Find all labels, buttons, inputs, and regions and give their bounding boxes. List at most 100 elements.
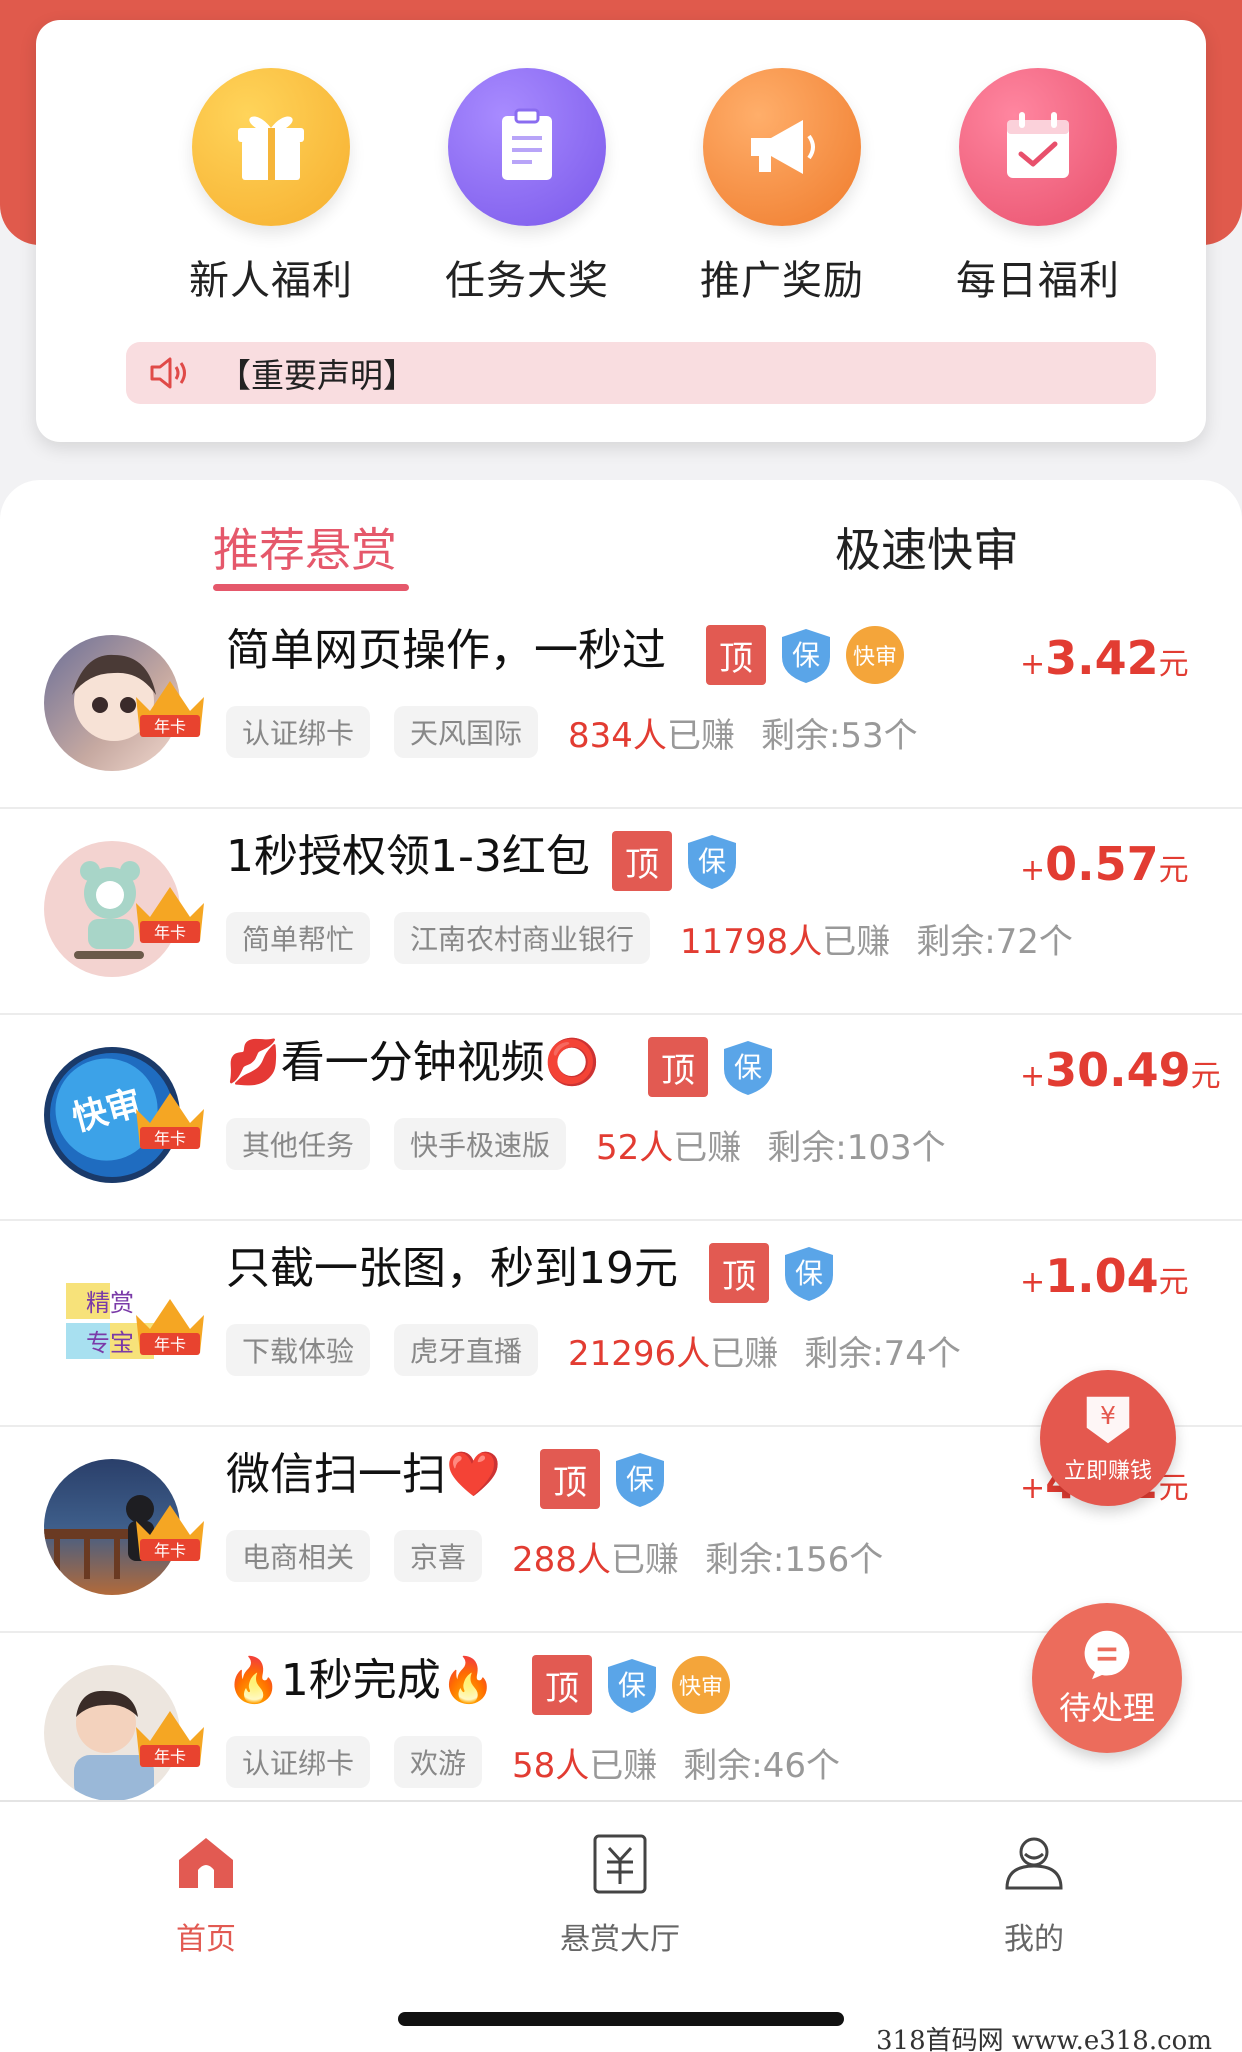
guarantee-shield-icon: 保 bbox=[724, 1041, 772, 1095]
task-merchant-tag: 虎牙直播 bbox=[394, 1324, 539, 1376]
task-title: 只截一张图，秒到19元 bbox=[226, 1243, 678, 1294]
svg-text:专宝: 专宝 bbox=[86, 1329, 134, 1357]
fast-review-badge: 快审 bbox=[672, 1656, 730, 1714]
task-tags: 认证绑卡 欢游 58人已赚 剩余:46个 bbox=[226, 1735, 840, 1789]
tab-recommended[interactable]: 推荐悬赏 bbox=[213, 514, 397, 580]
task-earned: 21296人已赚 bbox=[568, 1333, 779, 1374]
notice-text: 【重要声明】 bbox=[218, 356, 416, 395]
profile-icon bbox=[1005, 1837, 1063, 1890]
vip-crown-icon: 年卡 bbox=[136, 1505, 204, 1561]
svg-text:精赏: 精赏 bbox=[86, 1289, 134, 1317]
vip-crown-icon: 年卡 bbox=[136, 681, 204, 737]
megaphone-icon bbox=[703, 68, 861, 226]
task-tags: 其他任务 快手极速版 52人已赚 剩余:103个 bbox=[226, 1117, 946, 1171]
guarantee-shield-icon: 保 bbox=[782, 629, 830, 683]
task-merchant-tag: 天风国际 bbox=[394, 706, 539, 758]
task-title: 1秒授权领1-3红包 bbox=[226, 831, 590, 882]
clipboard-icon bbox=[448, 68, 606, 226]
guarantee-shield-icon: 保 bbox=[608, 1659, 656, 1713]
task-remaining: 剩余:74个 bbox=[804, 1333, 961, 1374]
guarantee-shield-icon: 保 bbox=[785, 1247, 833, 1301]
task-reward: +3.42元 bbox=[1020, 631, 1189, 685]
pending-button[interactable]: 待处理 bbox=[1032, 1603, 1182, 1753]
task-title: 简单网页操作，一秒过 bbox=[226, 625, 666, 676]
top-badge: 顶 bbox=[706, 625, 766, 685]
task-badges: 顶 保 bbox=[709, 1243, 849, 1303]
task-category-tag: 认证绑卡 bbox=[226, 1736, 371, 1788]
guarantee-shield-icon: 保 bbox=[616, 1453, 664, 1507]
top-badge: 顶 bbox=[540, 1449, 600, 1509]
task-title: 💋看一分钟视频⭕ bbox=[226, 1037, 600, 1088]
task-category-tag: 其他任务 bbox=[226, 1118, 371, 1170]
vip-label: 年卡 bbox=[154, 1747, 186, 1766]
home-icon bbox=[179, 1838, 233, 1888]
task-remaining: 剩余:156个 bbox=[704, 1539, 884, 1580]
svg-text:¥: ¥ bbox=[1100, 1401, 1116, 1430]
svg-text:保: 保 bbox=[698, 845, 726, 878]
task-tags: 电商相关 京喜 288人已赚 剩余:156个 bbox=[226, 1529, 883, 1583]
task-merchant-tag: 快手极速版 bbox=[394, 1118, 567, 1170]
calendar-check-icon bbox=[959, 68, 1117, 226]
quick-action-label: 每日福利 bbox=[956, 258, 1120, 304]
nav-label: 首页 bbox=[176, 1922, 236, 1957]
home-indicator bbox=[398, 2012, 844, 2026]
top-badge: 顶 bbox=[532, 1655, 592, 1715]
earn-now-button[interactable]: ¥ 立即赚钱 bbox=[1040, 1370, 1176, 1506]
task-list-panel: 推荐悬赏 极速快审 年卡 简单网页操作，一秒过 顶 保 快审 +3.42元 认证… bbox=[0, 480, 1242, 1800]
svg-text:保: 保 bbox=[795, 1257, 823, 1290]
yuan-envelope-icon: ¥ bbox=[1086, 1396, 1130, 1444]
vip-label: 年卡 bbox=[154, 1541, 186, 1560]
vip-crown-icon: 年卡 bbox=[136, 1299, 204, 1355]
task-reward: +30.49元 bbox=[1020, 1043, 1221, 1097]
nav-home[interactable]: 首页 bbox=[106, 1830, 306, 1958]
chat-bubble-icon bbox=[1084, 1630, 1130, 1680]
task-category-tag: 简单帮忙 bbox=[226, 912, 371, 964]
top-badge: 顶 bbox=[612, 831, 672, 891]
task-row[interactable]: 年卡 1秒授权领1-3红包 顶 保 +0.57元 简单帮忙 江南农村商业银行 1… bbox=[0, 809, 1242, 1015]
vip-crown-icon: 年卡 bbox=[136, 1093, 204, 1149]
task-row[interactable]: 快审 年卡 💋看一分钟视频⭕ 顶 保 +30.49元 其他任务 快手极速版 52… bbox=[0, 1015, 1242, 1221]
task-reward: +1.04元 bbox=[1020, 1249, 1189, 1303]
vip-crown-icon: 年卡 bbox=[136, 887, 204, 943]
task-category-tag: 认证绑卡 bbox=[226, 706, 371, 758]
vip-label: 年卡 bbox=[154, 1335, 186, 1354]
gift-icon bbox=[192, 68, 350, 226]
quick-actions-card: 新人福利 任务大奖 推广奖励 每日福利 【重要声明】 bbox=[36, 20, 1206, 442]
task-badges: 顶 保 bbox=[540, 1449, 680, 1509]
quick-action-label: 新人福利 bbox=[189, 258, 353, 304]
nav-reward-hall[interactable]: 悬赏大厅 bbox=[520, 1830, 720, 1958]
task-earned: 834人已赚 bbox=[568, 715, 735, 756]
tab-underline bbox=[213, 584, 409, 591]
task-badges: 顶 保 bbox=[648, 1037, 788, 1097]
tab-fast-review[interactable]: 极速快审 bbox=[835, 514, 1019, 580]
watermark: 318首码网 www.e318.com bbox=[876, 2026, 1212, 2052]
task-category-tag: 下载体验 bbox=[226, 1324, 371, 1376]
quick-action-daily[interactable]: 每日福利 bbox=[933, 68, 1143, 306]
top-badge: 顶 bbox=[709, 1243, 769, 1303]
quick-action-label: 推广奖励 bbox=[700, 258, 864, 304]
task-earned: 58人已赚 bbox=[512, 1745, 658, 1786]
fast-review-badge: 快审 bbox=[846, 626, 904, 684]
guarantee-shield-icon: 保 bbox=[688, 835, 736, 889]
task-remaining: 剩余:46个 bbox=[683, 1745, 841, 1786]
task-reward: +0.57元 bbox=[1020, 837, 1189, 891]
task-badges: 顶 保 快审 bbox=[706, 625, 904, 685]
task-tags: 认证绑卡 天风国际 834人已赚 剩余:53个 bbox=[226, 705, 918, 759]
notice-bar[interactable]: 【重要声明】 bbox=[126, 342, 1156, 404]
task-remaining: 剩余:72个 bbox=[916, 921, 1073, 962]
quick-action-promotion[interactable]: 推广奖励 bbox=[677, 68, 887, 306]
task-row[interactable]: 年卡 简单网页操作，一秒过 顶 保 快审 +3.42元 认证绑卡 天风国际 83… bbox=[0, 603, 1242, 809]
speaker-icon bbox=[150, 357, 186, 389]
reward-hall-icon bbox=[593, 1834, 647, 1894]
task-tags: 简单帮忙 江南农村商业银行 11798人已赚 剩余:72个 bbox=[226, 911, 1073, 965]
task-category-tag: 电商相关 bbox=[226, 1530, 371, 1582]
nav-profile[interactable]: 我的 bbox=[934, 1830, 1134, 1958]
earn-now-label: 立即赚钱 bbox=[1063, 1459, 1152, 1484]
vip-label: 年卡 bbox=[154, 717, 186, 736]
quick-action-new-user[interactable]: 新人福利 bbox=[166, 68, 376, 306]
task-earned: 52人已赚 bbox=[596, 1127, 742, 1168]
nav-label: 我的 bbox=[1004, 1922, 1064, 1957]
vip-label: 年卡 bbox=[154, 1129, 186, 1148]
quick-action-task-prize[interactable]: 任务大奖 bbox=[422, 68, 632, 306]
svg-text:保: 保 bbox=[734, 1051, 762, 1084]
